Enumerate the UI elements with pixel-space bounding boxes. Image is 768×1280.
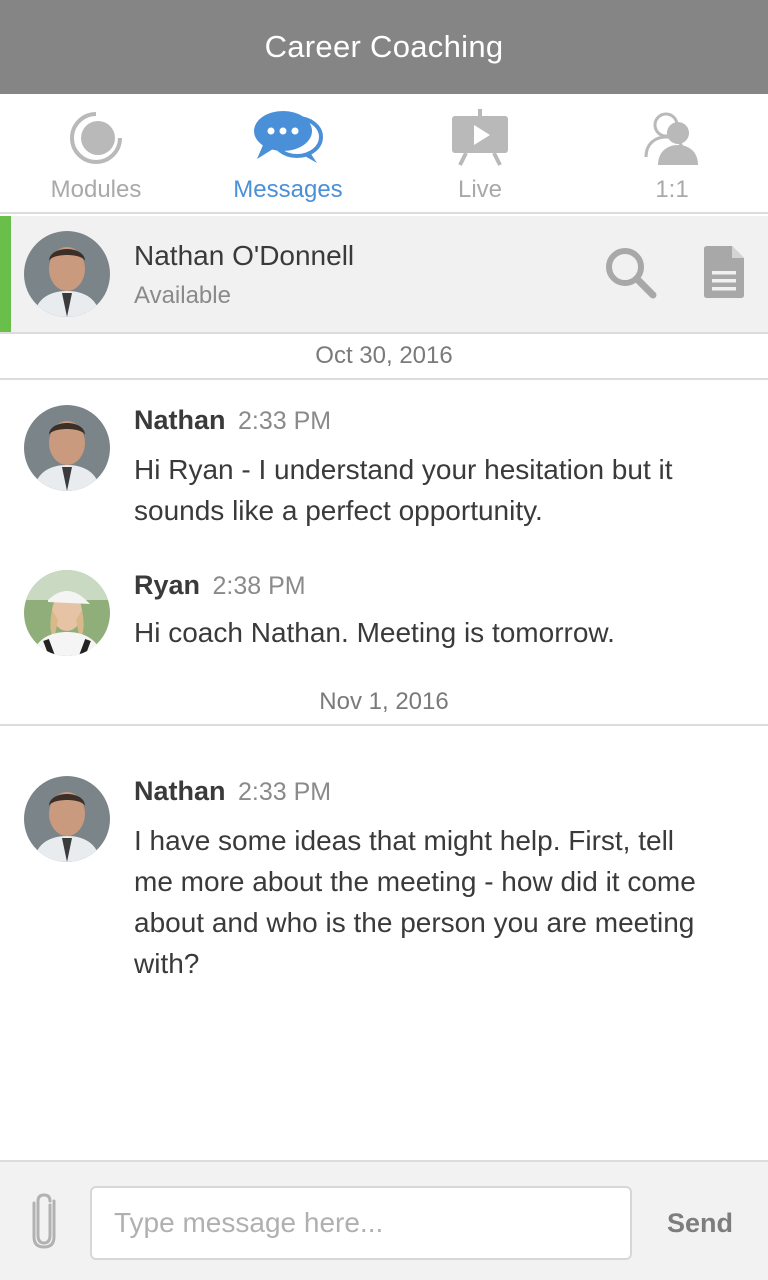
tab-one-on-one[interactable]: 1:1	[576, 94, 768, 212]
app-bar: Career Coaching	[0, 0, 768, 94]
date-separator: Nov 1, 2016	[0, 680, 768, 726]
tab-live-label: Live	[457, 176, 503, 203]
message-time: 2:38 PM	[212, 572, 306, 600]
chat-bubbles-icon	[248, 108, 328, 168]
tab-messages-label: Messages	[233, 176, 343, 203]
paperclip-icon	[30, 1191, 60, 1254]
tab-modules-label: Modules	[50, 176, 142, 203]
document-icon	[702, 245, 746, 304]
avatar	[24, 231, 110, 317]
contact-status: Available	[134, 282, 231, 309]
modules-icon	[56, 108, 136, 168]
presence-indicator	[0, 216, 11, 332]
contact-name: Nathan O'Donnell	[134, 240, 355, 271]
tab-live[interactable]: Live	[384, 94, 576, 212]
message-time: 2:33 PM	[237, 407, 332, 435]
message-time: 2:33 PM	[237, 778, 332, 806]
search-button[interactable]	[600, 244, 660, 304]
presentation-play-icon	[440, 108, 520, 168]
message-text: Hi coach Nathan. Meeting is tomorrow.	[134, 617, 615, 648]
message-header: Ryan 2:38 PM	[134, 570, 306, 601]
avatar	[24, 405, 110, 491]
message-item: Nathan 2:33 PM I have some ideas that mi…	[0, 776, 768, 986]
tab-one-on-one-label: 1:1	[655, 176, 689, 203]
message-sender: Nathan	[134, 776, 226, 806]
message-sender: Ryan	[134, 570, 201, 600]
message-sender: Nathan	[134, 405, 226, 435]
tab-modules[interactable]: Modules	[0, 94, 192, 212]
avatar	[24, 776, 110, 862]
message-text: Hi Ryan - I understand your hesitation b…	[134, 454, 673, 526]
message-header: Nathan 2:33 PM	[134, 405, 331, 436]
notes-button[interactable]	[694, 244, 754, 304]
contact-header: Nathan O'Donnell Available	[0, 216, 768, 334]
message-composer: Send	[0, 1160, 768, 1280]
message-header: Nathan 2:33 PM	[134, 776, 331, 807]
message-item: Nathan 2:33 PM Hi Ryan - I understand yo…	[0, 405, 768, 535]
avatar	[24, 570, 110, 656]
tab-messages[interactable]: Messages	[192, 94, 384, 212]
tab-bar: Modules Messages Live 1:1	[0, 94, 768, 214]
date-separator: Oct 30, 2016	[0, 334, 768, 380]
send-button[interactable]: Send	[650, 1186, 750, 1260]
message-input[interactable]	[90, 1186, 632, 1260]
attach-button[interactable]	[22, 1192, 68, 1252]
message-text: I have some ideas that might help. First…	[134, 825, 696, 979]
search-icon	[603, 245, 657, 304]
page-title: Career Coaching	[264, 29, 504, 64]
message-item: Ryan 2:38 PM Hi coach Nathan. Meeting is…	[0, 570, 768, 670]
users-icon	[632, 108, 712, 168]
